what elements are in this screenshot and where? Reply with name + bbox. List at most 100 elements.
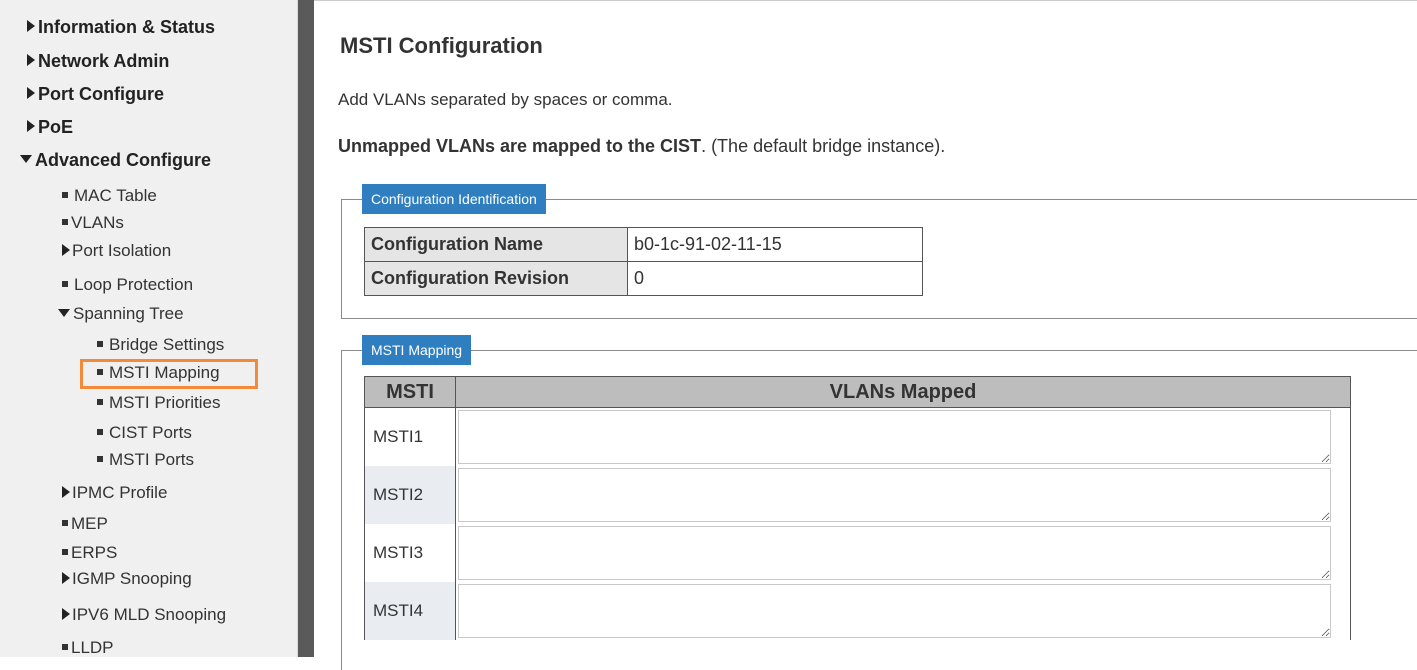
collapsed-arrow-icon: [27, 54, 35, 67]
sidebar-divider: [298, 0, 314, 657]
nav-item-port-isolation[interactable]: Port Isolation: [62, 241, 171, 261]
unmapped-note: Unmapped VLANs are mapped to the CIST. (…: [338, 136, 945, 157]
bullet-icon: [62, 548, 68, 555]
unmapped-note-bold: Unmapped VLANs are mapped to the CIST: [338, 136, 702, 156]
nav-item-label: IPV6 MLD Snooping: [72, 605, 227, 624]
bullet-icon: [62, 280, 68, 287]
nav-item-information-status[interactable]: Information & Status: [27, 17, 215, 38]
collapsed-arrow-icon: [62, 243, 70, 256]
config-name-input[interactable]: [628, 229, 918, 260]
expanded-arrow-icon: [58, 308, 70, 317]
bullet-icon: [62, 191, 68, 198]
expanded-arrow-icon: [20, 155, 32, 164]
column-header-msti: MSTI: [364, 376, 456, 408]
table-row: MSTI3: [364, 524, 1351, 582]
nav-item-label: Advanced Configure: [35, 150, 212, 170]
bullet-icon: [97, 428, 103, 435]
msti-name: MSTI3: [364, 524, 456, 582]
nav-item-label: Spanning Tree: [73, 304, 184, 323]
msti-mapping-table: MSTI VLANs Mapped MSTI1 MSTI2 MSTI3 MSTI…: [364, 376, 1351, 640]
vlans-cell: [455, 524, 1351, 582]
vlans-mapped-textarea[interactable]: [458, 526, 1331, 580]
config-name-row: Configuration Name: [364, 227, 923, 262]
msti-name: MSTI1: [364, 407, 456, 466]
nav-item-label: Information & Status: [38, 17, 216, 37]
vlans-cell: [455, 407, 1351, 466]
nav-item-ipmc-profile[interactable]: IPMC Profile: [62, 483, 167, 503]
nav-item-label: ERPS: [71, 543, 118, 562]
nav-item-msti-priorities[interactable]: MSTI Priorities: [97, 393, 220, 413]
table-row: MSTI4: [364, 582, 1351, 640]
config-revision-cell: [627, 261, 923, 296]
table-row: MSTI2: [364, 466, 1351, 524]
unmapped-note-rest: . (The default bridge instance).: [701, 136, 946, 156]
nav-item-lldp[interactable]: LLDP: [62, 638, 114, 658]
collapsed-arrow-icon: [62, 571, 70, 584]
nav-item-advanced-configure[interactable]: Advanced Configure: [20, 150, 211, 171]
bullet-icon: [62, 218, 68, 225]
nav-item-poe[interactable]: PoE: [27, 117, 73, 138]
vlans-mapped-textarea[interactable]: [458, 584, 1331, 638]
nav-item-loop-protection[interactable]: Loop Protection: [62, 275, 193, 295]
vlans-mapped-textarea[interactable]: [458, 468, 1331, 522]
nav-item-label: MEP: [71, 514, 108, 533]
config-revision-input[interactable]: [628, 263, 918, 294]
msti-name: MSTI4: [364, 582, 456, 640]
nav-item-ipv6-mld-snooping[interactable]: IPV6 MLD Snooping: [62, 605, 226, 625]
table-row: MSTI1: [364, 407, 1351, 466]
config-identification-legend: Configuration Identification: [362, 184, 546, 214]
nav-item-label: VLANs: [71, 213, 124, 232]
nav-item-msti-ports[interactable]: MSTI Ports: [97, 450, 194, 470]
vlans-cell: [455, 466, 1351, 524]
nav-item-label: Bridge Settings: [109, 335, 225, 354]
nav-item-igmp-snooping[interactable]: IGMP Snooping: [62, 569, 192, 589]
page-title: MSTI Configuration: [340, 33, 543, 58]
collapsed-arrow-icon: [27, 120, 35, 133]
nav-item-label: Port Isolation: [72, 241, 172, 260]
collapsed-arrow-icon: [62, 485, 70, 498]
collapsed-arrow-icon: [27, 87, 35, 100]
nav-item-label: MSTI Priorities: [109, 393, 221, 412]
intro-text: Add VLANs separated by spaces or comma.: [338, 90, 673, 109]
msti-name: MSTI2: [364, 466, 456, 524]
bullet-icon: [97, 340, 103, 347]
nav-item-label: Loop Protection: [74, 275, 194, 294]
sidebar-nav: Information & Status Network Admin Port …: [0, 0, 298, 657]
nav-item-label: IGMP Snooping: [72, 569, 192, 588]
bullet-icon: [97, 455, 103, 462]
config-name-cell: [627, 227, 923, 262]
column-header-vlans-mapped: VLANs Mapped: [455, 376, 1351, 408]
main-content: MSTI Configuration Add VLANs separated b…: [314, 0, 1417, 670]
collapsed-arrow-icon: [62, 607, 70, 620]
bullet-icon: [62, 519, 68, 526]
collapsed-arrow-icon: [27, 20, 35, 33]
bullet-icon: [62, 643, 68, 650]
config-identification-table: Configuration Name Configuration Revisio…: [364, 227, 923, 296]
nav-item-label: IPMC Profile: [72, 483, 168, 502]
selected-item-highlight: [80, 359, 258, 389]
nav-item-mac-table[interactable]: MAC Table: [62, 186, 157, 206]
nav-item-cist-ports[interactable]: CIST Ports: [97, 423, 192, 443]
msti-mapping-header: MSTI VLANs Mapped: [364, 376, 1351, 408]
nav-item-bridge-settings[interactable]: Bridge Settings: [97, 335, 224, 355]
bullet-icon: [97, 398, 103, 405]
nav-item-erps[interactable]: ERPS: [62, 543, 117, 563]
nav-item-vlans[interactable]: VLANs: [62, 213, 124, 233]
config-revision-label: Configuration Revision: [364, 261, 628, 296]
nav-item-label: LLDP: [71, 638, 114, 657]
config-name-label: Configuration Name: [364, 227, 628, 262]
nav-item-port-configure[interactable]: Port Configure: [27, 84, 164, 105]
nav-item-label: MAC Table: [74, 186, 157, 205]
nav-item-network-admin[interactable]: Network Admin: [27, 51, 169, 72]
vlans-mapped-textarea[interactable]: [458, 410, 1331, 464]
msti-mapping-legend: MSTI Mapping: [362, 335, 472, 365]
nav-item-label: MSTI Ports: [109, 450, 195, 469]
nav-item-spanning-tree[interactable]: Spanning Tree: [58, 304, 184, 324]
vlans-cell: [455, 582, 1351, 640]
nav-item-label: CIST Ports: [109, 423, 192, 442]
nav-item-mep[interactable]: MEP: [62, 514, 108, 534]
nav-item-label: Network Admin: [38, 51, 170, 71]
config-revision-row: Configuration Revision: [364, 261, 923, 296]
nav-item-label: PoE: [38, 117, 74, 137]
nav-item-label: Port Configure: [38, 84, 164, 104]
